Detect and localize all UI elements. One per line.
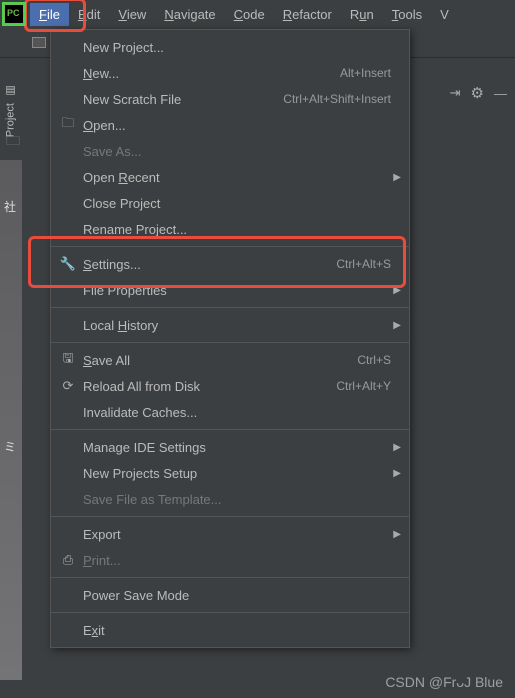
hide-icon[interactable]: — xyxy=(494,86,507,101)
menu-separator xyxy=(51,429,409,430)
menu-item-reload-all-from-disk[interactable]: ⟳ Reload All from Disk Ctrl+Alt+Y xyxy=(51,373,409,399)
watermark: CSDN @FrᴗJ Blue xyxy=(385,674,503,690)
folder-icon: 🗀 xyxy=(6,130,20,154)
submenu-arrow-icon: ▶ xyxy=(393,468,401,479)
menu-item-manage-ide-settings[interactable]: Manage IDE Settings▶ xyxy=(51,434,409,460)
menu-item-new-project[interactable]: New Project... xyxy=(51,34,409,60)
menu-item-file-properties[interactable]: File Properties▶ xyxy=(51,277,409,303)
menu-separator xyxy=(51,342,409,343)
menu-separator xyxy=(51,577,409,578)
folder-icon: 🗀 xyxy=(59,114,77,136)
menu-item-label: Power Save Mode xyxy=(83,588,391,603)
left-gutter xyxy=(0,160,22,680)
menu-item-label: Invalidate Caches... xyxy=(83,405,391,420)
menu-item-shortcut: Ctrl+Alt+Shift+Insert xyxy=(283,92,391,106)
submenu-arrow-icon: ▶ xyxy=(393,442,401,453)
menu-item-label: Open... xyxy=(83,118,391,133)
project-tab-icon: ▤ xyxy=(4,84,17,97)
menu-item-shortcut: Ctrl+S xyxy=(357,353,391,367)
bg-text-2: ミ xyxy=(4,440,18,454)
menu-item-open-recent[interactable]: Open Recent▶ xyxy=(51,164,409,190)
menu-item-label: New... xyxy=(83,66,328,81)
menu-item-label: Print... xyxy=(83,553,391,568)
save-icon: 🖫 xyxy=(59,349,77,371)
submenu-arrow-icon: ▶ xyxy=(393,285,401,296)
menu-item-local-history[interactable]: Local History▶ xyxy=(51,312,409,338)
submenu-arrow-icon: ▶ xyxy=(393,172,401,183)
submenu-arrow-icon: ▶ xyxy=(393,529,401,540)
menu-item-label: Exit xyxy=(83,623,391,638)
menu-tools[interactable]: Tools xyxy=(383,3,431,26)
expand-icon[interactable]: ⇥ xyxy=(450,85,461,101)
menu-item-label: Settings... xyxy=(83,257,324,272)
app-icon xyxy=(4,4,24,24)
menu-item-label: Export xyxy=(83,527,391,542)
menu-item-shortcut: Alt+Insert xyxy=(340,66,391,80)
menu-item-save-file-as-template: Save File as Template... xyxy=(51,486,409,512)
menu-item-shortcut: Ctrl+Alt+Y xyxy=(336,379,391,393)
gear-icon[interactable]: ⚙ xyxy=(471,84,484,102)
menu-separator xyxy=(51,612,409,613)
toolbar-right: ⇥ ⚙ — xyxy=(442,80,515,106)
menu-item-shortcut: Ctrl+Alt+S xyxy=(336,257,391,271)
menu-item-label: File Properties xyxy=(83,283,391,298)
menu-item-settings[interactable]: 🔧 Settings... Ctrl+Alt+S xyxy=(51,251,409,277)
menubar: FileEditViewNavigateCodeRefactorRunTools… xyxy=(0,0,515,28)
menu-item-export[interactable]: Export▶ xyxy=(51,521,409,547)
menu-view[interactable]: View xyxy=(109,3,155,26)
submenu-arrow-icon: ▶ xyxy=(393,320,401,331)
menu-item-rename-project[interactable]: Rename Project... xyxy=(51,216,409,242)
menu-item-label: Manage IDE Settings xyxy=(83,440,391,455)
menu-item-exit[interactable]: Exit xyxy=(51,617,409,643)
menu-item-label: Save As... xyxy=(83,144,391,159)
menu-item-label: New Projects Setup xyxy=(83,466,391,481)
menu-item-save-all[interactable]: 🖫 Save All Ctrl+S xyxy=(51,347,409,373)
menu-item-save-as: Save As... xyxy=(51,138,409,164)
menu-item-new-projects-setup[interactable]: New Projects Setup▶ xyxy=(51,460,409,486)
menu-separator xyxy=(51,516,409,517)
menu-item-label: Local History xyxy=(83,318,391,333)
menu-item-label: Save All xyxy=(83,353,345,368)
menu-item-new[interactable]: New... Alt+Insert xyxy=(51,60,409,86)
menu-code[interactable]: Code xyxy=(225,3,274,26)
menu-item-invalidate-caches[interactable]: Invalidate Caches... xyxy=(51,399,409,425)
menu-run[interactable]: Run xyxy=(341,3,383,26)
menu-v[interactable]: V xyxy=(431,3,458,26)
menu-separator xyxy=(51,246,409,247)
wrench-icon: 🔧 xyxy=(59,256,77,272)
menu-item-open[interactable]: 🗀 Open... xyxy=(51,112,409,138)
menu-item-print: ⎙ Print... xyxy=(51,547,409,573)
menu-separator xyxy=(51,307,409,308)
menu-navigate[interactable]: Navigate xyxy=(155,3,224,26)
menu-item-label: Rename Project... xyxy=(83,222,391,237)
menu-item-label: Reload All from Disk xyxy=(83,379,324,394)
menu-item-label: New Scratch File xyxy=(83,92,271,107)
print-icon: ⎙ xyxy=(59,552,77,568)
menu-refactor[interactable]: Refactor xyxy=(274,3,341,26)
reload-icon: ⟳ xyxy=(59,378,77,394)
menu-item-label: Open Recent xyxy=(83,170,391,185)
menu-item-label: Save File as Template... xyxy=(83,492,391,507)
window-icon xyxy=(32,37,46,48)
menu-item-close-project[interactable]: Close Project xyxy=(51,190,409,216)
file-menu-dropdown: New Project... New... Alt+Insert New Scratc… xyxy=(50,29,410,648)
menu-item-power-save-mode[interactable]: Power Save Mode xyxy=(51,582,409,608)
menu-edit[interactable]: Edit xyxy=(69,3,109,26)
menu-file[interactable]: File xyxy=(30,3,69,26)
bg-text-1: 社 xyxy=(4,200,18,214)
menu-item-new-scratch-file[interactable]: New Scratch File Ctrl+Alt+Shift+Insert xyxy=(51,86,409,112)
menu-item-label: New Project... xyxy=(83,40,391,55)
menu-item-label: Close Project xyxy=(83,196,391,211)
